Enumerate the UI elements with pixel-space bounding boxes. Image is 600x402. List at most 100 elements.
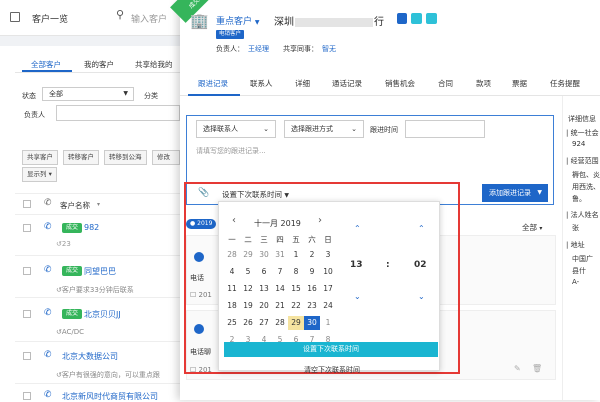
hour-up-arrow[interactable]: ⌃ — [354, 224, 361, 233]
calendar-day[interactable]: 28 — [224, 248, 240, 262]
select-contact-dropdown[interactable]: 选择联系人 ⌄ — [196, 120, 276, 138]
row-checkbox[interactable] — [23, 310, 31, 318]
next-month-icon[interactable]: › — [318, 215, 322, 226]
all-filter-dropdown[interactable]: 全部 ▾ — [522, 222, 542, 233]
calendar-day[interactable]: 1 — [320, 316, 336, 330]
tab-contacts[interactable]: 联系人 — [250, 78, 273, 89]
tab-my-customers[interactable]: 我的客户 — [84, 59, 114, 70]
display-columns-button[interactable]: 显示列 ▾ — [22, 167, 57, 182]
transfer-customer-button[interactable]: 转移客户 — [63, 150, 99, 165]
wechat-icon[interactable] — [411, 13, 422, 24]
move-to-pool-button[interactable]: 转移到公海 — [104, 150, 147, 165]
calendar-day[interactable]: 7 — [272, 265, 288, 279]
email-icon[interactable] — [426, 13, 437, 24]
mobile-icon[interactable] — [397, 13, 407, 24]
add-record-button[interactable]: 添加跟进记录 ▼ — [482, 184, 548, 202]
phone-icon[interactable]: ✆ — [44, 265, 52, 275]
calendar-day[interactable]: 2 — [304, 248, 320, 262]
calendar-day[interactable]: 27 — [256, 316, 272, 330]
phone-icon[interactable]: ✆ — [44, 222, 52, 232]
calendar-day[interactable]: 13 — [256, 282, 272, 296]
calendar-day[interactable]: 12 — [240, 282, 256, 296]
delete-icon[interactable]: 🗑 — [532, 364, 542, 373]
share-customer-button[interactable]: 共享客户 — [22, 150, 58, 165]
minute-up-arrow[interactable]: ⌃ — [418, 224, 425, 233]
minute-down-arrow[interactable]: ⌄ — [418, 292, 425, 301]
calendar-day[interactable]: 21 — [272, 299, 288, 313]
phone-icon[interactable]: ✆ — [44, 350, 52, 360]
calendar-day[interactable]: 26 — [240, 316, 256, 330]
customer-name-link[interactable]: 北京大数据公司 — [62, 351, 118, 362]
calendar-day[interactable]: 8 — [288, 265, 304, 279]
customer-name-link[interactable]: 982 — [84, 223, 99, 232]
search-input[interactable]: 输入客户 — [131, 12, 167, 25]
calendar-day[interactable]: 10 — [320, 265, 336, 279]
customer-name-link[interactable]: 北京贝贝JJ — [84, 309, 121, 320]
calendar-day[interactable]: 11 — [224, 282, 240, 296]
clear-next-contact-button[interactable]: 清空下次联系时间 — [304, 365, 360, 375]
calendar-day[interactable]: 17 — [320, 282, 336, 296]
calendar-day[interactable]: 29 — [240, 248, 256, 262]
phone-icon[interactable]: ✆ — [44, 308, 52, 318]
select-method-dropdown[interactable]: 选择跟进方式 ⌄ — [284, 120, 364, 138]
calendar-day[interactable]: 1 — [288, 248, 304, 262]
hour-value[interactable]: 13 — [350, 260, 363, 270]
follow-record-textarea[interactable]: 请填写您的跟进记录... — [196, 146, 266, 156]
calendar-day[interactable]: 16 — [304, 282, 320, 296]
edit-icon[interactable]: ✎ — [514, 364, 521, 373]
column-header-name[interactable]: 客户名称 — [60, 200, 90, 211]
status-filter-select[interactable]: 全部 ▼ — [42, 87, 134, 101]
tab-opportunities[interactable]: 销售机会 — [385, 78, 415, 89]
calendar-day-today[interactable]: 29 — [288, 316, 304, 330]
shared-link[interactable]: 智无 — [322, 44, 336, 54]
customer-name-link[interactable]: 同望巴巴 — [84, 266, 116, 277]
phone-icon[interactable]: ✆ — [44, 390, 52, 400]
calendar-day[interactable]: 20 — [256, 299, 272, 313]
tab-follow-records[interactable]: 跟进记录 — [198, 78, 228, 89]
calendar-day[interactable]: 6 — [256, 265, 272, 279]
prev-month-icon[interactable]: ‹ — [232, 215, 236, 226]
calendar-day[interactable]: 24 — [320, 299, 336, 313]
tab-payments[interactable]: 款项 — [476, 78, 491, 89]
calendar-day[interactable]: 22 — [288, 299, 304, 313]
calendar-day[interactable]: 25 — [224, 316, 240, 330]
sort-icon[interactable]: ▾ — [97, 201, 100, 208]
calendar-day-selected[interactable]: 30 — [304, 316, 320, 330]
minute-value[interactable]: 02 — [414, 260, 427, 270]
search-icon[interactable]: ⚲ — [116, 8, 124, 21]
customer-name-link[interactable]: 北京新风时代商贸有限公司 — [62, 391, 158, 402]
calendar-day[interactable]: 23 — [304, 299, 320, 313]
set-next-contact-button[interactable]: 设置下次联系时间 — [224, 342, 438, 357]
calendar-day[interactable]: 15 — [288, 282, 304, 296]
calendar-day[interactable]: 3 — [320, 248, 336, 262]
owner-filter-input[interactable] — [56, 105, 180, 121]
calendar-day[interactable]: 5 — [240, 265, 256, 279]
row-checkbox[interactable] — [23, 267, 31, 275]
tab-contracts[interactable]: 合同 — [438, 78, 453, 89]
tab-task-reminders[interactable]: 任务提醒 — [550, 78, 580, 89]
calendar-day[interactable]: 4 — [224, 265, 240, 279]
tab-call-log[interactable]: 通话记录 — [332, 78, 362, 89]
status-badge: 成交 — [62, 223, 83, 233]
calendar-day[interactable]: 31 — [272, 248, 288, 262]
calendar-day[interactable]: 30 — [256, 248, 272, 262]
row-checkbox[interactable] — [23, 352, 31, 360]
hour-down-arrow[interactable]: ⌄ — [354, 292, 361, 301]
tab-shared-to-me[interactable]: 共享给我的 — [135, 59, 173, 70]
company-name-tail: 行 — [374, 17, 384, 28]
calendar-day[interactable]: 19 — [240, 299, 256, 313]
calendar-day[interactable]: 18 — [224, 299, 240, 313]
calendar-day[interactable]: 14 — [272, 282, 288, 296]
row-checkbox[interactable] — [23, 392, 31, 400]
row-checkbox[interactable] — [23, 224, 31, 232]
follow-time-input[interactable] — [405, 120, 485, 138]
edit-button[interactable]: 修改 — [152, 150, 180, 165]
calendar-day[interactable]: 28 — [272, 316, 288, 330]
tab-invoices[interactable]: 票据 — [512, 78, 527, 89]
tab-details[interactable]: 详细 — [295, 78, 310, 89]
customer-type-dropdown[interactable]: 重点客户 ▼ — [216, 14, 260, 27]
select-all-checkbox[interactable] — [23, 200, 31, 208]
owner-link[interactable]: 王经理 — [248, 44, 269, 54]
calendar-day[interactable]: 9 — [304, 265, 320, 279]
tab-all-customers[interactable]: 全部客户 — [31, 59, 61, 70]
